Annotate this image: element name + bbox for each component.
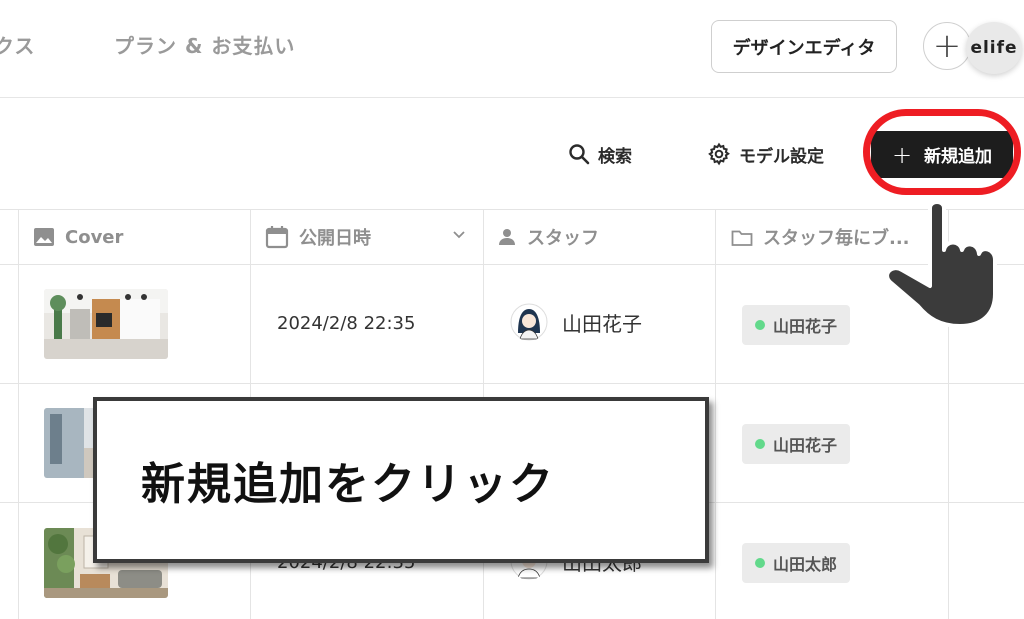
add-workspace-button[interactable]: + (923, 22, 971, 70)
plus-icon: + (932, 26, 962, 66)
column-divider (715, 209, 716, 619)
staff-cell[interactable]: 山田花子 (510, 303, 642, 341)
pointing-hand-icon (885, 200, 997, 328)
top-navigation: クス プラン & お支払い デザインエディタ + elife (0, 0, 1024, 98)
column-header-cover[interactable]: Cover (33, 222, 123, 252)
model-settings-label: モデル設定 (739, 146, 824, 167)
column-header-label: スタッフ (527, 228, 599, 249)
published-date: 2024/2/8 22:35 (277, 313, 416, 334)
tag-label: 山田太郎 (773, 555, 838, 574)
staff-blog-tag[interactable]: 山田花子 (742, 305, 851, 345)
gear-icon (708, 142, 730, 166)
folder-icon (731, 230, 753, 246)
nav-tab-partial[interactable]: クス (0, 30, 35, 59)
staff-name: 山田花子 (562, 311, 642, 336)
table-border (0, 209, 1024, 210)
cover-thumbnail[interactable] (44, 289, 168, 359)
search-icon (569, 144, 590, 165)
search-label: 検索 (598, 146, 632, 167)
header-divider (0, 264, 1024, 265)
row-divider (0, 383, 1024, 384)
nav-tab-billing[interactable]: プラン & お支払い (114, 30, 295, 59)
column-header-staff[interactable]: スタッフ (497, 222, 599, 252)
status-dot (755, 439, 765, 449)
model-settings-button[interactable]: モデル設定 (707, 140, 824, 168)
tag-label: 山田花子 (773, 436, 838, 455)
image-icon (34, 228, 54, 246)
column-header-label: 公開日時 (299, 228, 371, 249)
column-divider (18, 209, 19, 619)
highlight-circle (863, 109, 1021, 195)
staff-avatar (510, 303, 548, 341)
column-header-label: Cover (65, 226, 124, 248)
chevron-down-icon[interactable] (453, 230, 465, 240)
staff-blog-tag[interactable]: 山田花子 (742, 424, 851, 464)
instruction-callout: 新規追加をクリック (93, 397, 709, 563)
workspace-avatar[interactable]: elife (966, 22, 1022, 74)
status-dot (755, 558, 765, 568)
status-dot (755, 320, 765, 330)
tag-label: 山田花子 (773, 317, 838, 336)
design-editor-button[interactable]: デザインエディタ (711, 20, 897, 73)
column-header-published[interactable]: 公開日時 (265, 222, 465, 252)
person-icon (499, 229, 515, 245)
calendar-icon (265, 226, 289, 249)
staff-blog-tag[interactable]: 山田太郎 (742, 543, 851, 583)
search-button[interactable]: 検索 (568, 140, 632, 168)
